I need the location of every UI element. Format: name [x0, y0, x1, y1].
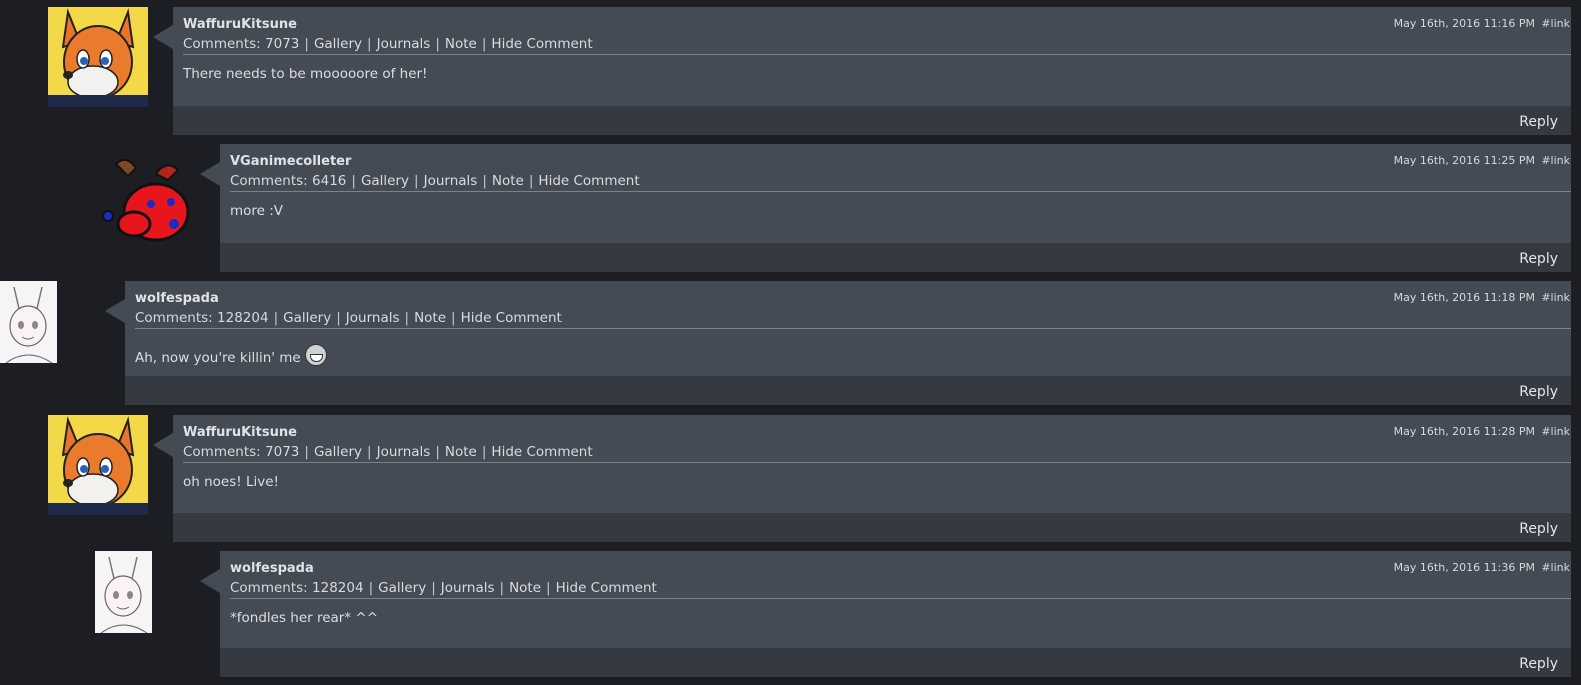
comment-date: May 16th, 2016 11:25 PM [1393, 154, 1535, 167]
permalink[interactable]: #link [1541, 561, 1570, 574]
comment-footer: Reply [220, 648, 1571, 677]
gallery-link[interactable]: Gallery [314, 444, 362, 460]
note-link[interactable]: Note [509, 580, 541, 596]
hide-comment-link[interactable]: Hide Comment [538, 173, 639, 189]
comment-meta: Comments: 7073 | Gallery | Journals | Note | Hid… [183, 444, 593, 460]
comment-count: Comments: 6416 [230, 173, 347, 189]
user-avatar[interactable] [0, 281, 57, 363]
note-link[interactable]: Note [414, 310, 446, 326]
user-avatar[interactable] [96, 154, 196, 244]
comment-box: WaffuruKitsune Comments: 7073 | Gallery | Jo… [153, 7, 1571, 135]
divider [183, 462, 1571, 463]
journals-link[interactable]: Journals [377, 444, 431, 460]
comment-text: *fondles her rear* ^^ [230, 610, 379, 626]
comment-meta: Comments: 6416 | Gallery | Journals | Note | Hid… [230, 173, 640, 189]
reply-button[interactable]: Reply [1519, 251, 1558, 267]
comment-count: Comments: 128204 [230, 580, 364, 596]
fox-avatar-icon [48, 7, 148, 107]
gallery-link[interactable]: Gallery [378, 580, 426, 596]
reply-button[interactable]: Reply [1519, 656, 1558, 672]
comment-count: Comments: 7073 [183, 36, 300, 52]
user-avatar[interactable] [48, 7, 148, 107]
journals-link[interactable]: Journals [377, 36, 431, 52]
comment-box: wolfespada Comments: 128204 | Gallery | Jour… [200, 551, 1571, 677]
grin-emoticon-icon [304, 344, 327, 366]
permalink[interactable]: #link [1541, 17, 1570, 30]
user-avatar[interactable] [95, 551, 152, 633]
comment-box: WaffuruKitsune Comments: 7073 | Gallery | Jo… [153, 415, 1571, 542]
comment-count: Comments: 7073 [183, 444, 300, 460]
username[interactable]: WaffuruKitsune [183, 425, 297, 440]
journals-link[interactable]: Journals [441, 580, 495, 596]
hide-comment-link[interactable]: Hide Comment [461, 310, 562, 326]
reply-button[interactable]: Reply [1519, 384, 1558, 400]
comment-text: Ah, now you're killin' me [135, 350, 301, 366]
comment: wolfespada Comments: 128204 | Gallery | Jour… [0, 551, 1581, 677]
divider [230, 191, 1571, 192]
note-link[interactable]: Note [445, 444, 477, 460]
gallery-link[interactable]: Gallery [361, 173, 409, 189]
sketch-avatar-icon [0, 281, 57, 363]
username[interactable]: WaffuruKitsune [183, 17, 297, 32]
fox-avatar-icon [48, 415, 148, 515]
gallery-link[interactable]: Gallery [283, 310, 331, 326]
comment-date: May 16th, 2016 11:18 PM [1393, 291, 1535, 304]
sketch-avatar-icon [95, 551, 152, 633]
comment-footer: Reply [173, 513, 1571, 542]
comment-text: oh noes! Live! [183, 474, 279, 490]
username[interactable]: VGanimecolleter [230, 154, 351, 169]
hide-comment-link[interactable]: Hide Comment [491, 444, 592, 460]
comment-date: May 16th, 2016 11:16 PM [1393, 17, 1535, 30]
comment-count: Comments: 128204 [135, 310, 269, 326]
comment-date: May 16th, 2016 11:36 PM [1393, 561, 1535, 574]
comment-meta: Comments: 128204 | Gallery | Journals | Note | H… [230, 580, 657, 596]
username[interactable]: wolfespada [135, 291, 219, 306]
reply-button[interactable]: Reply [1519, 521, 1558, 537]
comment-footer: Reply [125, 376, 1571, 405]
comment: WaffuruKitsune Comments: 7073 | Gallery | Jo… [0, 415, 1581, 542]
comment: WaffuruKitsune Comments: 7073 | Gallery | Jo… [0, 7, 1581, 135]
hide-comment-link[interactable]: Hide Comment [556, 580, 657, 596]
permalink[interactable]: #link [1541, 425, 1570, 438]
username[interactable]: wolfespada [230, 561, 314, 576]
divider [135, 328, 1571, 329]
comment-text-wrapper: Ah, now you're killin' me [135, 344, 327, 366]
divider [230, 598, 1571, 599]
comment: VGanimecolleter Comments: 6416 | Gallery | J… [0, 144, 1581, 272]
hide-comment-link[interactable]: Hide Comment [491, 36, 592, 52]
divider [183, 54, 1571, 55]
user-avatar[interactable] [48, 415, 148, 515]
journals-link[interactable]: Journals [346, 310, 400, 326]
note-link[interactable]: Note [445, 36, 477, 52]
reply-button[interactable]: Reply [1519, 114, 1558, 130]
comment-footer: Reply [220, 243, 1571, 272]
comment: wolfespada Comments: 128204 | Gallery | Jour… [0, 281, 1581, 405]
comment-meta: Comments: 7073 | Gallery | Journals | Note | Hid… [183, 36, 593, 52]
permalink[interactable]: #link [1541, 291, 1570, 304]
comment-date: May 16th, 2016 11:28 PM [1393, 425, 1535, 438]
comment-box: wolfespada Comments: 128204 | Gallery | Jour… [105, 281, 1571, 405]
gallery-link[interactable]: Gallery [314, 36, 362, 52]
comment-text: more :V [230, 203, 284, 219]
note-link[interactable]: Note [492, 173, 524, 189]
comment-text: There needs to be mooooore of her! [183, 66, 428, 82]
red-blob-avatar-icon [102, 158, 190, 242]
comment-meta: Comments: 128204 | Gallery | Journals | Note | H… [135, 310, 562, 326]
comment-footer: Reply [173, 106, 1571, 135]
permalink[interactable]: #link [1541, 154, 1570, 167]
journals-link[interactable]: Journals [424, 173, 478, 189]
comment-box: VGanimecolleter Comments: 6416 | Gallery | J… [200, 144, 1571, 272]
